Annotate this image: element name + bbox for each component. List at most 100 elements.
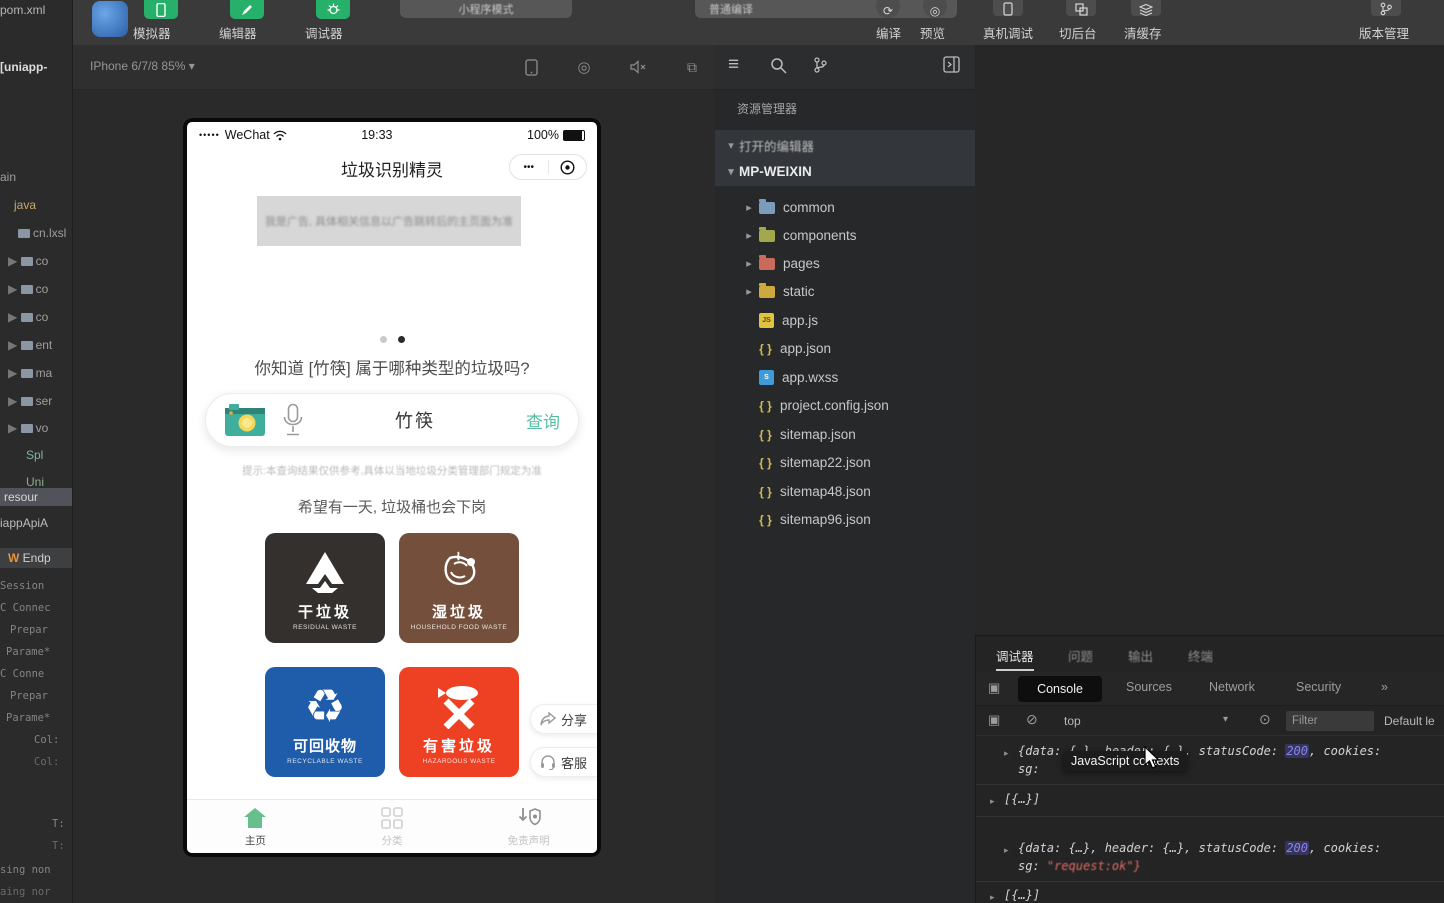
tile-residual-waste[interactable]: 干垃圾 RESIDUAL WASTE xyxy=(265,533,385,643)
compile-mode-select[interactable]: 普通编译 xyxy=(695,0,957,18)
tab-debugger-cn[interactable]: 调试器 xyxy=(996,646,1034,671)
ide-tree-item[interactable]: iappApiA xyxy=(0,516,73,530)
tab-home[interactable]: 主页 xyxy=(187,800,324,853)
log-levels-select[interactable]: Default le xyxy=(1384,714,1435,728)
file-row[interactable]: { }sitemap48.json xyxy=(715,478,975,505)
tile-label-zh: 湿垃圾 xyxy=(432,601,486,622)
tile-hazardous-waste[interactable]: 有害垃圾 HAZARDOUS WASTE xyxy=(399,667,519,777)
clear-console-button[interactable]: ⊘ xyxy=(1026,711,1038,728)
query-button[interactable]: 查询 xyxy=(526,408,560,433)
devtools-dock-icon[interactable]: ▣ xyxy=(988,680,1000,696)
file-row[interactable]: JSapp.js xyxy=(715,307,975,334)
device-debug-button[interactable] xyxy=(993,0,1023,16)
simulator-button-label: 模拟器 xyxy=(133,23,171,42)
ide-log-line: Parame* xyxy=(0,646,73,658)
tab-problems-cn[interactable]: 问题 xyxy=(1068,646,1093,665)
tile-recyclable-waste[interactable]: ♻ 可回收物 RECYCLABLE WASTE xyxy=(265,667,385,777)
console-entry-collapsed[interactable]: [{…}] xyxy=(1004,888,1040,902)
simulator-button[interactable] xyxy=(144,0,178,19)
ad-banner[interactable]: 我是广告, 具体相关信息以广告跳转后的主页面为准 xyxy=(257,196,521,246)
editor-button[interactable] xyxy=(230,0,264,19)
multi-window-button[interactable]: ⧉ xyxy=(682,57,702,77)
carousel-dot[interactable] xyxy=(380,336,387,343)
ide-tree-item[interactable]: ▶ ser xyxy=(0,394,73,408)
tab-category[interactable]: 分类 xyxy=(324,800,461,853)
share-button[interactable]: 分享 xyxy=(530,704,597,734)
tab-output-cn[interactable]: 输出 xyxy=(1128,646,1153,665)
expand-arrow-icon[interactable]: ▸ xyxy=(990,796,995,807)
file-row[interactable]: { }sitemap96.json xyxy=(715,506,975,533)
project-root-row[interactable]: ▾MP-WEIXIN xyxy=(715,158,975,185)
chevron-down-icon[interactable]: ▾ xyxy=(1223,714,1228,725)
ide-tree-item[interactable]: ▶ co xyxy=(0,282,73,296)
compile-mode-value: 普通编译 xyxy=(709,1,753,17)
console-sidebar-icon[interactable]: ▣ xyxy=(988,712,1000,728)
capsule-close-button[interactable] xyxy=(549,155,587,179)
file-row[interactable]: { }app.json xyxy=(715,335,975,362)
tab-console[interactable]: Console xyxy=(1018,676,1102,702)
ide-tree-item[interactable]: ▶ co xyxy=(0,310,73,324)
file-row[interactable]: { }project.config.json xyxy=(715,392,975,419)
ide-tree-item[interactable]: ▶ co xyxy=(0,254,73,268)
file-row[interactable]: Sapp.wxss xyxy=(715,364,975,391)
tab-sources[interactable]: Sources xyxy=(1126,680,1172,694)
mute-button[interactable] xyxy=(628,57,648,77)
frame-context-select[interactable]: top xyxy=(1064,714,1081,728)
hamburger-icon: ≡ xyxy=(728,54,739,75)
tab-terminal-cn[interactable]: 终端 xyxy=(1188,646,1213,665)
record-button[interactable]: ◎ xyxy=(574,57,594,77)
camera-icon[interactable] xyxy=(224,403,266,437)
ide-project-name[interactable]: [uniapp- xyxy=(0,60,73,74)
console-filter-input[interactable] xyxy=(1286,711,1374,731)
file-row[interactable]: { }sitemap22.json xyxy=(715,449,975,476)
ide-tree-item[interactable]: ▶ vo xyxy=(0,421,73,435)
expand-arrow-icon[interactable]: ▸ xyxy=(1004,748,1009,759)
collapse-panel-button[interactable] xyxy=(943,56,960,78)
eye-button[interactable]: ⊙ xyxy=(1259,711,1271,728)
capsule-menu-button[interactable]: ••• xyxy=(510,155,548,179)
tab-security[interactable]: Security xyxy=(1296,680,1341,694)
open-editors-row[interactable]: ▾打开的编辑器 xyxy=(715,132,975,159)
ide-tree-item[interactable]: ▶ ma xyxy=(0,366,73,380)
expand-arrow-icon[interactable]: ▸ xyxy=(1004,845,1009,856)
tab-disclaimer[interactable]: 免责声明 xyxy=(460,800,597,853)
ide-tree-item[interactable]: cn.lxsl xyxy=(0,226,73,240)
expand-arrow-icon[interactable]: ▸ xyxy=(990,892,995,903)
search-input[interactable]: 竹筷 xyxy=(304,407,526,433)
home-icon xyxy=(242,806,268,830)
ide-tree-item[interactable]: ▶ ent xyxy=(0,338,73,352)
ide-tree-item[interactable]: ain xyxy=(0,170,73,184)
more-tabs-button[interactable]: » xyxy=(1381,680,1388,694)
search-bar[interactable]: 竹筷 查询 xyxy=(205,393,579,447)
preview-label: 预览 xyxy=(920,23,945,42)
debugger-button[interactable] xyxy=(316,0,350,19)
ide-tree-item[interactable]: Uni xyxy=(0,475,73,489)
customer-service-button[interactable]: 客服 xyxy=(530,747,597,777)
search-button[interactable] xyxy=(770,57,787,79)
folder-row[interactable]: ▸components xyxy=(715,222,975,249)
device-selector[interactable]: IPhone 6/7/8 85% ▾ xyxy=(90,59,195,73)
console-entry-collapsed[interactable]: [{…}] xyxy=(1004,792,1040,806)
json-file-icon: { } xyxy=(757,342,774,356)
folder-row[interactable]: ▸pages xyxy=(715,250,975,277)
ide-selected-row[interactable]: resour xyxy=(0,488,73,506)
rotate-device-button[interactable] xyxy=(521,57,541,77)
console-entry[interactable]: {data: {…}, header: {…}, statusCode: 200… xyxy=(1018,841,1381,855)
microphone-icon[interactable] xyxy=(282,403,304,437)
git-button[interactable] xyxy=(813,56,827,79)
carousel-dot-active[interactable] xyxy=(398,336,405,343)
ide-endpoints-row[interactable]: W Endp xyxy=(0,548,73,568)
folder-row[interactable]: ▸static xyxy=(715,278,975,305)
ide-tree-item[interactable]: Spl xyxy=(0,448,73,462)
tab-network[interactable]: Network xyxy=(1209,680,1255,694)
folder-row[interactable]: ▸common xyxy=(715,194,975,221)
tile-food-waste[interactable]: 湿垃圾 HOUSEHOLD FOOD WASTE xyxy=(399,533,519,643)
clear-cache-button[interactable] xyxy=(1131,0,1161,16)
file-list-button[interactable]: ≡ xyxy=(728,54,739,76)
background-button[interactable] xyxy=(1066,0,1096,16)
version-button[interactable] xyxy=(1371,0,1401,16)
mode-select[interactable]: 小程序模式 xyxy=(400,0,572,18)
ide-tab-pomxml[interactable]: pom.xml xyxy=(0,3,73,17)
ide-tree-item[interactable]: java xyxy=(0,198,73,212)
file-row[interactable]: { }sitemap.json xyxy=(715,421,975,448)
